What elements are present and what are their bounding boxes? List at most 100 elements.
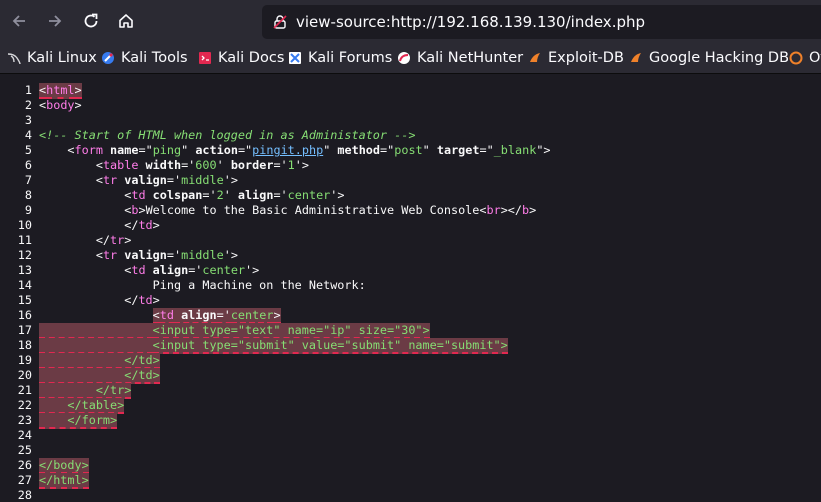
bookmark-label: Of	[809, 50, 821, 66]
code-token: </td>	[39, 368, 160, 384]
code-token: >	[152, 293, 160, 307]
line-number: 3	[24, 113, 32, 127]
line-number: 27	[17, 473, 32, 487]
code-token: method	[330, 143, 381, 157]
code-token: align	[173, 308, 217, 324]
source-code: </td>	[39, 353, 160, 369]
code-token: '	[223, 188, 231, 202]
bookmark-kali-tools[interactable]: Kali Tools	[101, 48, 188, 68]
code-token: post	[394, 143, 423, 157]
code-token: middle	[181, 248, 224, 262]
home-icon	[119, 14, 133, 28]
line-number: 12	[17, 248, 32, 262]
back-button[interactable]	[8, 10, 30, 32]
home-button[interactable]	[115, 10, 137, 32]
source-code: <b>Welcome to the Basic Administrative W…	[39, 203, 536, 218]
reload-icon	[84, 13, 98, 28]
code-token: align	[230, 188, 274, 202]
code-token: </form>	[39, 413, 118, 429]
source-code: <td align='center>	[39, 308, 281, 324]
code-token: Ping a Machine on the Network:	[39, 278, 366, 292]
bookmark-offsec[interactable]: Of	[789, 48, 821, 68]
bookmark-kali-docs[interactable]: Kali Docs	[198, 48, 284, 68]
code-token: td	[131, 188, 146, 202]
code-token: colspan	[145, 188, 203, 202]
line-number: 7	[24, 173, 32, 187]
code-token: <	[152, 308, 160, 324]
code-token: ='	[273, 188, 288, 202]
line-number: 11	[17, 233, 32, 247]
bookmark-label: Kali NetHunter	[417, 50, 524, 66]
code-token: </html>	[39, 473, 89, 489]
code-token: 1	[287, 158, 295, 172]
source-code: </tr>	[39, 233, 132, 248]
code-token: center	[287, 188, 331, 202]
line-number: 22	[17, 398, 32, 412]
source-code: </form>	[39, 413, 118, 429]
code-token: >	[124, 233, 132, 247]
code-token: >	[273, 308, 281, 324]
code-token: ='	[202, 188, 217, 202]
bookmark-kali-nethunter[interactable]: Kali NetHunter	[397, 48, 523, 68]
code-token	[39, 338, 153, 354]
code-token: <	[95, 173, 103, 187]
code-token: td	[131, 263, 146, 277]
code-token: </table>	[39, 398, 125, 414]
code-token: >	[152, 218, 160, 232]
code-token	[39, 323, 153, 339]
code-token: action	[188, 143, 238, 157]
bookmark-kali-linux[interactable]: Kali Linux	[7, 48, 97, 68]
code-token: <	[67, 143, 75, 157]
source-code: <input type="submit" value="submit" name…	[39, 338, 508, 354]
line-number: 13	[17, 263, 32, 277]
line-number: 28	[17, 488, 32, 502]
bookmark-exploit-db[interactable]: Exploit-DB	[528, 48, 624, 68]
line-number: 1	[24, 83, 32, 97]
bookmark-kali-forums[interactable]: Kali Forums	[288, 48, 392, 68]
code-token: ='	[216, 308, 231, 324]
code-token: ='	[166, 173, 182, 187]
code-token: html	[46, 83, 75, 99]
code-token: >	[138, 203, 146, 217]
code-token: target	[429, 143, 480, 157]
line-number: 20	[17, 368, 32, 382]
bookmark-label: Kali Tools	[121, 50, 188, 66]
code-token: '>	[223, 248, 238, 262]
line-number: 21	[17, 383, 32, 397]
line-number: 25	[17, 443, 32, 457]
reload-button[interactable]	[80, 10, 102, 32]
line-number: 8	[24, 188, 32, 202]
code-token: Welcome to the Basic Administrative Web …	[145, 203, 480, 217]
bookmark-google-hacking-db[interactable]: Google Hacking DB	[629, 48, 789, 68]
code-token[interactable]: pingit.php	[252, 143, 323, 157]
line-number: 14	[17, 278, 32, 292]
source-code: <td align='center'>	[39, 263, 259, 278]
source-code: <table width='600' border='1'>	[39, 158, 309, 173]
code-token: 2	[216, 188, 224, 202]
code-token: tr	[110, 233, 125, 247]
code-token: width	[138, 158, 182, 172]
code-token: </body>	[39, 458, 89, 474]
code-token: ='	[166, 248, 182, 262]
address-bar[interactable]: view-source:http://192.168.139.130/index…	[262, 5, 821, 39]
code-token: '>	[223, 173, 238, 187]
code-token: '>	[245, 263, 260, 277]
forward-button[interactable]	[44, 10, 66, 32]
kali-docs-icon	[199, 52, 211, 64]
code-token: '	[216, 158, 224, 172]
line-number: 10	[17, 218, 32, 232]
code-token: ="	[380, 143, 395, 157]
back-arrow-icon	[12, 15, 25, 27]
line-number: 5	[24, 143, 32, 157]
code-token: center	[202, 263, 246, 277]
code-token: _blank	[493, 143, 537, 157]
line-number: 15	[17, 293, 32, 307]
code-token: >	[74, 83, 82, 99]
code-token: middle	[181, 173, 224, 187]
code-token: <input type="submit" value="submit" name…	[152, 338, 508, 354]
code-token: tr	[102, 248, 118, 262]
line-number: 6	[24, 158, 32, 172]
source-code: <td colspan='2' align='center'>	[39, 188, 344, 203]
